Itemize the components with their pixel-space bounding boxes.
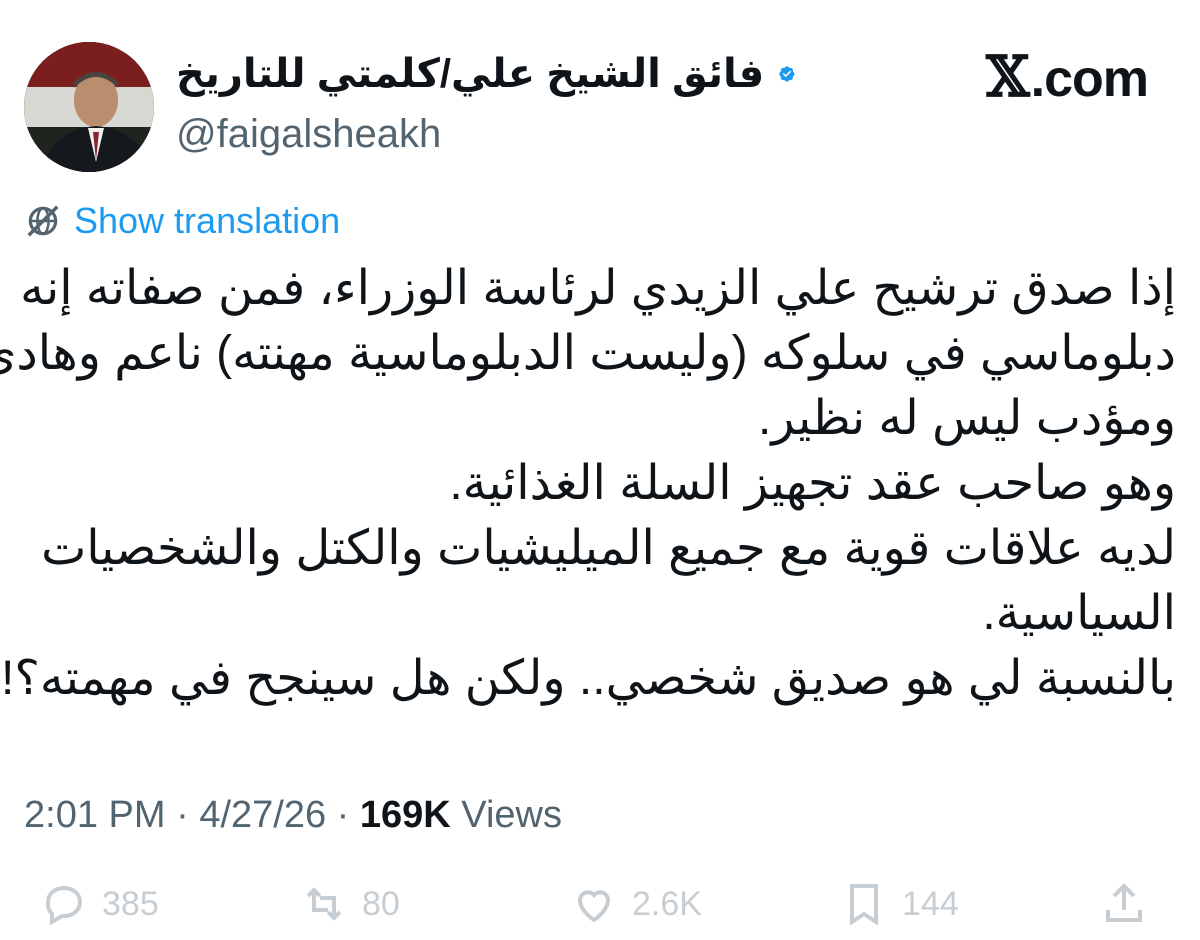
like-button[interactable]: 2.6K — [570, 880, 702, 928]
brand-label: .com — [1030, 50, 1149, 108]
author-display-name[interactable]: فائق الشيخ علي/كلمتي للتاريخ — [176, 51, 764, 97]
bookmark-count: 144 — [902, 884, 959, 923]
author-handle[interactable]: @faigalsheakh — [176, 112, 796, 157]
heart-icon — [577, 890, 611, 923]
tweet-line: السياسية. — [982, 587, 1176, 640]
verified-badge-icon — [779, 66, 795, 82]
tweet-line: وهو صاحب عقد تجهيز السلة الغذائية. — [449, 457, 1176, 510]
tweet-line: لديه علاقات قوية مع جميع الميليشيات والك… — [41, 522, 1176, 575]
repost-button[interactable]: 80 — [300, 880, 400, 928]
x-com-logo: 𝕏 .com — [986, 44, 1149, 110]
tweet-date[interactable]: 4/27/26 — [199, 794, 326, 836]
tweet-time[interactable]: 2:01 PM — [24, 794, 166, 836]
tweet-line: بالنسبة لي هو صديق شخصي.. ولكن هل سينجح … — [1, 652, 1176, 705]
meta-separator: · — [336, 794, 350, 836]
avatar-image — [24, 42, 154, 172]
repost-count: 80 — [362, 884, 400, 923]
tweet-meta: 2:01 PM · 4/27/26 · 169K Views — [24, 794, 562, 837]
repost-icon — [306, 887, 342, 921]
show-translation-label[interactable]: Show translation — [74, 200, 340, 242]
reply-count: 385 — [102, 884, 159, 923]
show-translation-link[interactable]: Show translation — [24, 200, 340, 242]
reply-button[interactable]: 385 — [40, 880, 159, 928]
tweet-actions-bar: 385 80 2.6K 144 — [0, 880, 1200, 940]
tweet-line: ومؤدب ليس له نظير. — [758, 392, 1176, 445]
author-name-row[interactable]: فائق الشيخ علي/كلمتي للتاريخ — [176, 46, 796, 102]
author-block: فائق الشيخ علي/كلمتي للتاريخ @faigalshea… — [176, 46, 796, 157]
bookmark-button[interactable]: 144 — [840, 880, 959, 928]
tweet-line: دبلوماسي في سلوكه (وليست الدبلوماسية مهن… — [0, 327, 1176, 380]
share-icon — [1106, 883, 1142, 922]
tweet-line: إذا صدق ترشيح علي الزيدي لرئاسة الوزراء،… — [20, 262, 1176, 315]
like-count: 2.6K — [632, 884, 702, 923]
tweet-text: إذا صدق ترشيح علي الزيدي لرئاسة الوزراء،… — [0, 256, 1176, 711]
avatar[interactable] — [24, 42, 154, 172]
x-logo-icon: 𝕏 — [986, 44, 1029, 110]
views-label: Views — [461, 794, 562, 836]
reply-icon — [46, 885, 83, 926]
bookmark-icon — [850, 884, 878, 926]
share-button[interactable] — [1100, 880, 1148, 928]
views-count: 169K — [359, 794, 451, 836]
globe-slash-icon — [27, 205, 59, 237]
meta-separator: · — [176, 794, 189, 836]
